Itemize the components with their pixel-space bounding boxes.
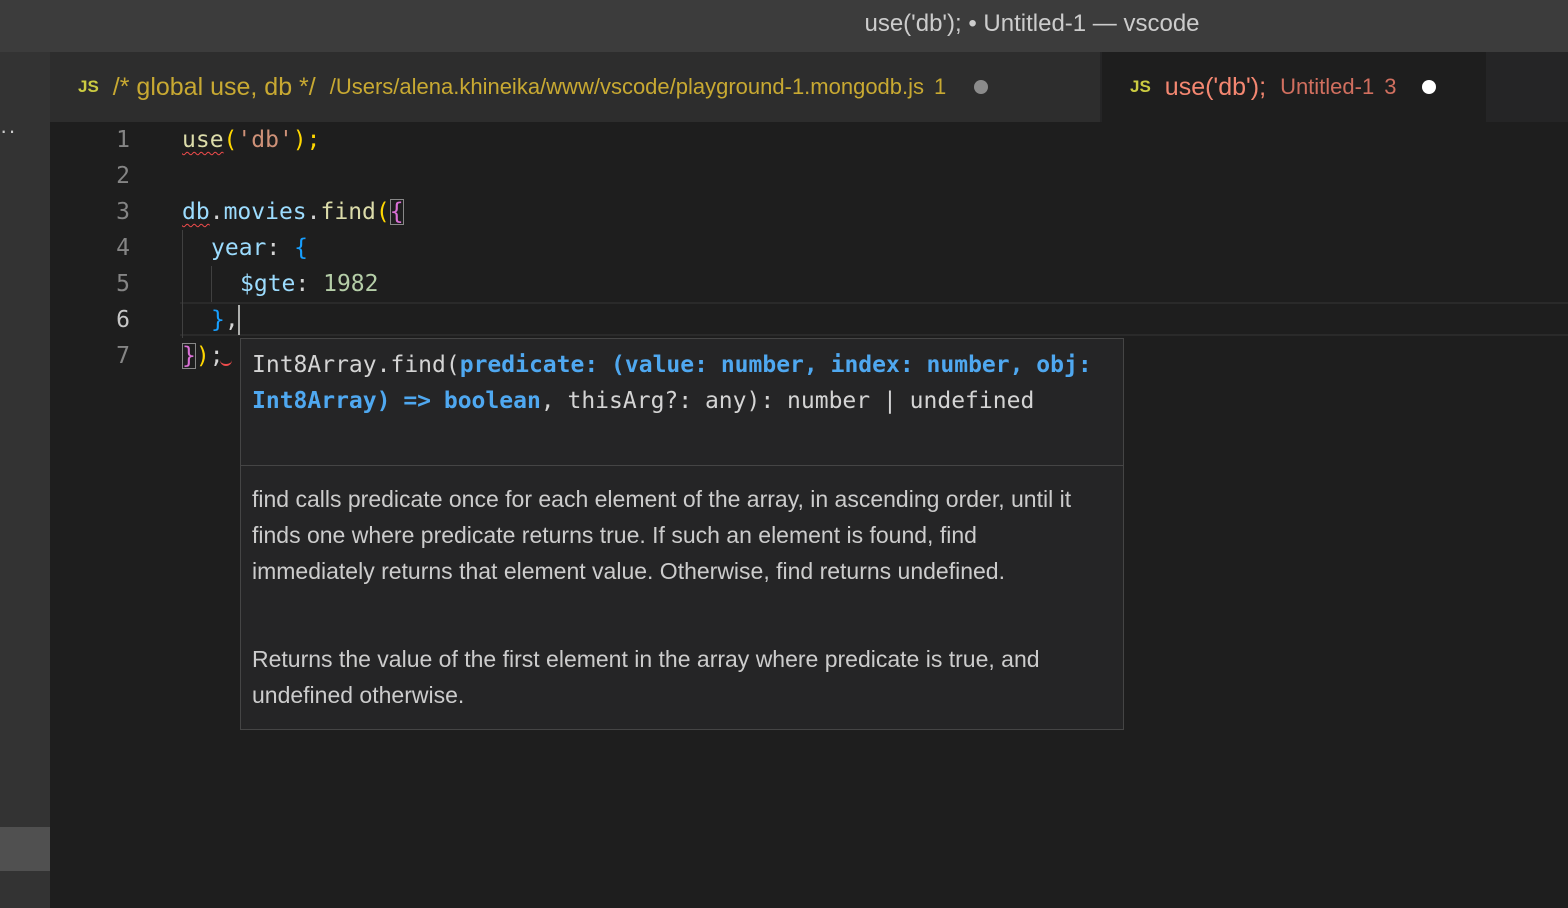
code-token-bracket-match: {: [389, 199, 404, 225]
code-line-1: use('db');: [182, 122, 321, 158]
text-cursor: [238, 305, 240, 335]
tab-description: /Users/alena.khineika/www/vscode/playgro…: [329, 74, 925, 99]
js-icon: JS: [78, 77, 99, 96]
code-line-3: db.movies.find({: [182, 194, 404, 230]
line-number-current: 6: [116, 307, 130, 333]
tab-label: use('db');: [1164, 72, 1267, 101]
js-icon: JS: [1130, 77, 1151, 96]
code-token: ,: [224, 307, 239, 333]
more-actions-icon[interactable]: ··: [0, 118, 17, 144]
code-token: {: [294, 235, 308, 261]
code-line-7: });: [182, 338, 224, 374]
line-number: 3: [116, 199, 130, 225]
code-token: .: [306, 199, 321, 225]
hover-tooltip: Int8Array.find(predicate: (value: number…: [240, 338, 1124, 730]
tab-playground[interactable]: JS /* global use, db */ /Users/alena.khi…: [50, 52, 1100, 122]
code-token: }: [211, 307, 225, 333]
line-number: 2: [116, 163, 130, 189]
unsaved-dot-icon[interactable]: [974, 80, 989, 94]
error-squiggle-icon: [220, 358, 232, 366]
code-token: (: [223, 127, 238, 153]
code-token: :: [266, 235, 295, 261]
line-number: 4: [116, 235, 130, 261]
tab-untitled[interactable]: JS use('db'); Untitled-1 3: [1102, 52, 1486, 122]
window-title: use('db'); • Untitled-1 — vscode: [864, 10, 1200, 37]
code-line-4: year: {: [211, 230, 308, 266]
activity-bar-active-item[interactable]: [0, 827, 50, 871]
line-number: 5: [116, 271, 130, 297]
problem-count-badge: 3: [1384, 74, 1397, 99]
title-bar: use('db'); • Untitled-1 — vscode: [0, 0, 1568, 52]
code-token: movies: [223, 199, 307, 225]
code-token: ): [195, 343, 210, 369]
code-token: .: [209, 199, 224, 225]
code-token: :: [295, 271, 324, 297]
line-number: 7: [116, 343, 130, 369]
indent-guide: [182, 230, 183, 338]
code-token: );: [292, 127, 321, 153]
code-token: ;: [209, 343, 224, 369]
current-line-highlight: [180, 302, 1568, 336]
code-token: $gte: [240, 271, 296, 297]
code-line-6: },: [211, 302, 239, 338]
unsaved-dot-icon[interactable]: [1422, 80, 1437, 94]
code-token-bracket-match: }: [182, 343, 196, 369]
activity-bar: ··: [0, 52, 50, 908]
code-token: year: [211, 235, 267, 261]
indent-guide: [211, 266, 212, 302]
code-token: 'db': [237, 127, 293, 153]
code-token: db: [182, 199, 210, 225]
doc-paragraph: find calls predicate once for each eleme…: [252, 486, 1072, 584]
tab-description: Untitled-1: [1280, 74, 1375, 99]
doc-paragraph: Returns the value of the first element i…: [252, 646, 1040, 708]
code-line-5: $gte: 1982: [240, 266, 378, 302]
tooltip-divider: [241, 465, 1123, 466]
code-token: (: [375, 199, 390, 225]
signature-suffix: , thisArg?: any): number | undefined: [540, 388, 1035, 414]
signature-prefix: Int8Array.find(: [252, 352, 460, 378]
code-token: find: [320, 199, 376, 225]
signature: Int8Array.find(predicate: (value: number…: [252, 347, 1102, 419]
code-token: 1982: [323, 271, 379, 297]
problem-count-badge: 1: [934, 74, 947, 99]
line-number: 1: [116, 127, 130, 153]
editor-tab-bar: JS /* global use, db */ /Users/alena.khi…: [50, 52, 1568, 122]
tab-label: /* global use, db */: [112, 72, 316, 101]
code-token: use: [182, 127, 224, 153]
